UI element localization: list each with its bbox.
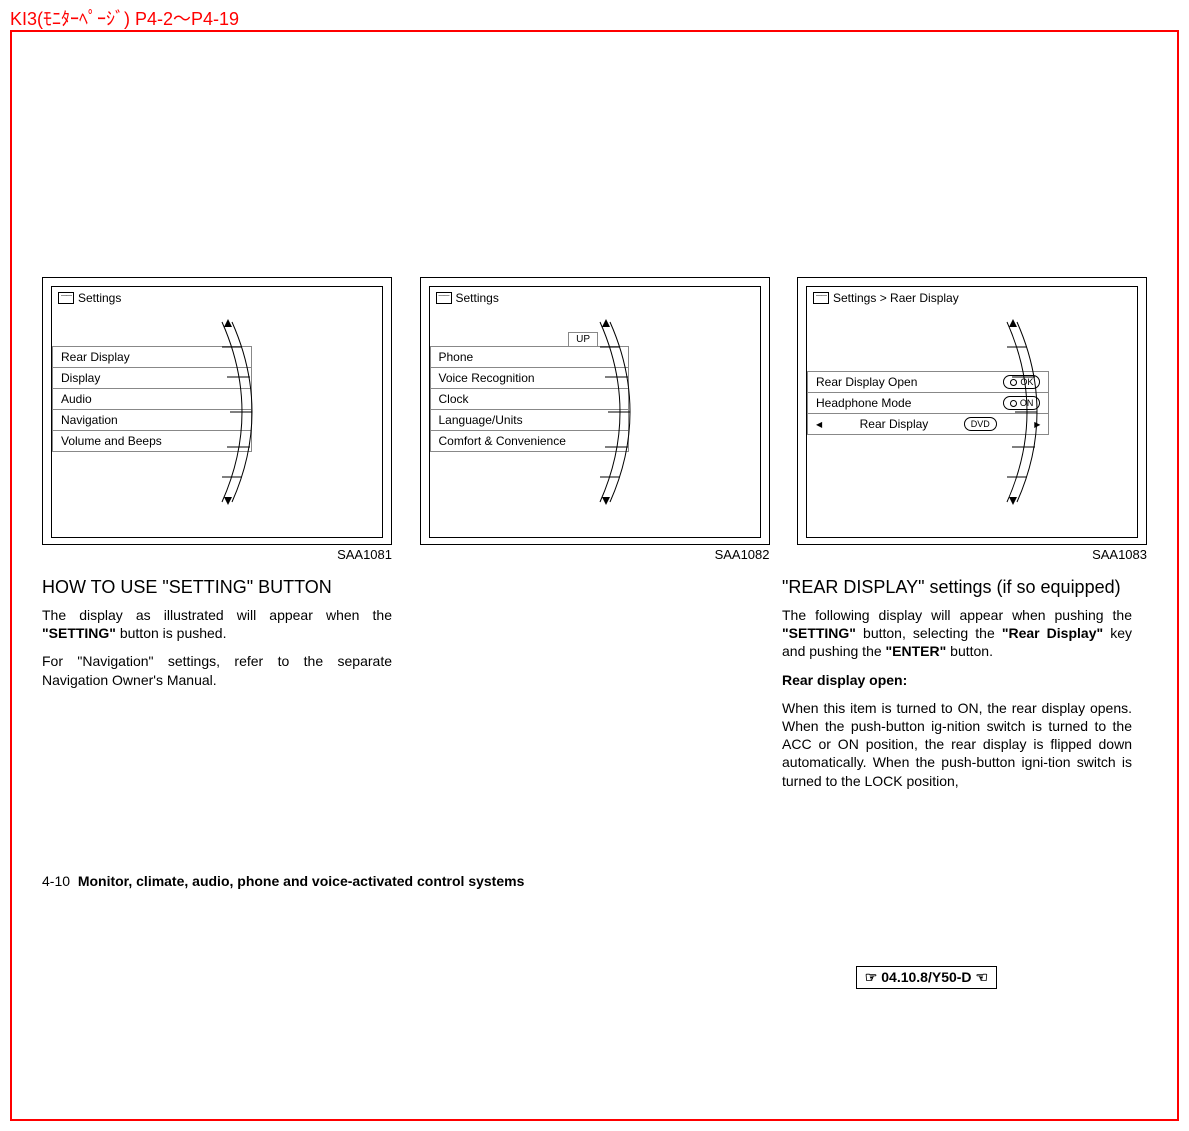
section-name: Monitor, climate, audio, phone and voice…	[78, 873, 525, 889]
page-number: 4-10	[42, 873, 70, 889]
menu-list: Rear Display Open OK Headphone Mode ON R…	[807, 372, 1137, 435]
subheading: Rear display open:	[782, 671, 1132, 689]
figure-id: SAA1081	[42, 547, 392, 562]
menu-item[interactable]: Voice Recognition	[430, 367, 630, 389]
pointer-right-icon: ☜	[975, 969, 988, 985]
figure-2: Settings UP Phone Voice Recognition Cloc…	[420, 277, 770, 562]
page-border: Settings Rear Display Display Audio Navi…	[10, 30, 1179, 1121]
paragraph: When this item is turned to ON, the rear…	[782, 699, 1132, 790]
figures-row: Settings Rear Display Display Audio Navi…	[42, 277, 1147, 562]
menu-item-headphone-mode[interactable]: Headphone Mode ON	[807, 392, 1049, 414]
paragraph: For "Navigation" settings, refer to the …	[42, 652, 392, 688]
screen-title: Settings	[456, 291, 499, 305]
menu-item[interactable]: Navigation	[52, 409, 252, 431]
document-stamp: ☞ 04.10.8/Y50-D ☜	[856, 966, 997, 989]
screen-frame: Settings UP Phone Voice Recognition Cloc…	[420, 277, 770, 545]
screen-frame: Settings > Raer Display Rear Display Ope…	[797, 277, 1147, 545]
menu-item[interactable]: Audio	[52, 388, 252, 410]
page-footer: 4-10 Monitor, climate, audio, phone and …	[42, 873, 524, 889]
menu-item[interactable]: Clock	[430, 388, 630, 410]
figure-1: Settings Rear Display Display Audio Navi…	[42, 277, 392, 562]
column-2	[412, 577, 762, 800]
menu-item[interactable]: Language/Units	[430, 409, 630, 431]
menu-item-label: Rear Display Open	[816, 375, 917, 389]
screen-frame: Settings Rear Display Display Audio Navi…	[42, 277, 392, 545]
screen-content: Settings > Raer Display Rear Display Ope…	[806, 286, 1138, 538]
section-heading: HOW TO USE "SETTING" BUTTON	[42, 577, 392, 598]
up-indicator[interactable]: UP	[568, 332, 598, 347]
menu-item-label: Headphone Mode	[816, 396, 911, 410]
menu-item[interactable]: Volume and Beeps	[52, 430, 252, 452]
menu-list: Rear Display Display Audio Navigation Vo…	[52, 347, 382, 452]
column-1: HOW TO USE "SETTING" BUTTON The display …	[42, 577, 392, 800]
menu-item[interactable]: Phone	[430, 346, 630, 368]
screen-title: Settings	[78, 291, 121, 305]
screen-title-bar: Settings	[430, 287, 760, 309]
figure-3: Settings > Raer Display Rear Display Ope…	[797, 277, 1147, 562]
figure-id: SAA1082	[420, 547, 770, 562]
settings-list-icon	[58, 292, 74, 304]
pointer-left-icon: ☞	[865, 969, 878, 985]
status-badge: OK	[1003, 375, 1040, 389]
selector-badge[interactable]: DVD	[964, 417, 997, 431]
screen-title-bar: Settings > Raer Display	[807, 287, 1137, 309]
paragraph: The following display will appear when p…	[782, 606, 1132, 661]
section-heading: "REAR DISPLAY" settings (if so equipped)	[782, 577, 1132, 598]
menu-item[interactable]: Rear Display	[52, 346, 252, 368]
column-3: "REAR DISPLAY" settings (if so equipped)…	[782, 577, 1132, 800]
menu-item-rear-display[interactable]: Rear Display DVD	[807, 413, 1049, 435]
settings-list-icon	[813, 292, 829, 304]
screen-content: Settings Rear Display Display Audio Navi…	[51, 286, 383, 538]
menu-item-label: Rear Display	[860, 417, 929, 431]
screen-content: Settings UP Phone Voice Recognition Cloc…	[429, 286, 761, 538]
stamp-text: 04.10.8/Y50-D	[881, 969, 971, 985]
figure-id: SAA1083	[797, 547, 1147, 562]
menu-item[interactable]: Comfort & Convenience	[430, 430, 630, 452]
menu-item-rear-display-open[interactable]: Rear Display Open OK	[807, 371, 1049, 393]
menu-list: Phone Voice Recognition Clock Language/U…	[430, 347, 760, 452]
text-columns: HOW TO USE "SETTING" BUTTON The display …	[42, 577, 1147, 800]
settings-list-icon	[436, 292, 452, 304]
status-badge: ON	[1003, 396, 1041, 410]
screen-title: Settings > Raer Display	[833, 291, 959, 305]
paragraph: The display as illustrated will appear w…	[42, 606, 392, 642]
menu-item[interactable]: Display	[52, 367, 252, 389]
screen-title-bar: Settings	[52, 287, 382, 309]
